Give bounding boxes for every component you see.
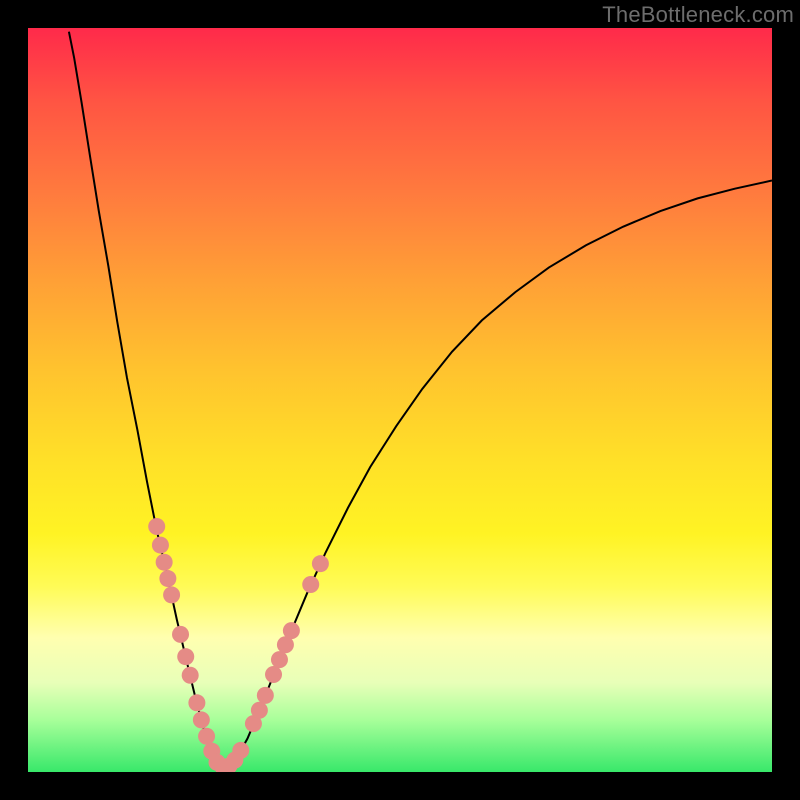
- data-marker: [163, 586, 180, 603]
- data-marker: [172, 626, 189, 643]
- data-markers-group: [148, 518, 329, 772]
- data-marker: [156, 554, 173, 571]
- chart-svg-layer: [28, 28, 772, 772]
- data-marker: [193, 711, 210, 728]
- data-marker: [148, 518, 165, 535]
- watermark-label: TheBottleneck.com: [602, 2, 794, 28]
- bottleneck-curve: [69, 32, 772, 768]
- data-marker: [188, 694, 205, 711]
- data-marker: [271, 651, 288, 668]
- data-marker: [182, 667, 199, 684]
- data-marker: [159, 570, 176, 587]
- data-marker: [152, 537, 169, 554]
- data-marker: [312, 555, 329, 572]
- data-marker: [257, 687, 274, 704]
- data-marker: [283, 622, 300, 639]
- data-marker: [198, 728, 215, 745]
- data-marker: [251, 702, 268, 719]
- data-marker: [232, 742, 249, 759]
- data-marker: [177, 648, 194, 665]
- data-marker: [302, 576, 319, 593]
- data-marker: [265, 666, 282, 683]
- chart-frame: TheBottleneck.com: [0, 0, 800, 800]
